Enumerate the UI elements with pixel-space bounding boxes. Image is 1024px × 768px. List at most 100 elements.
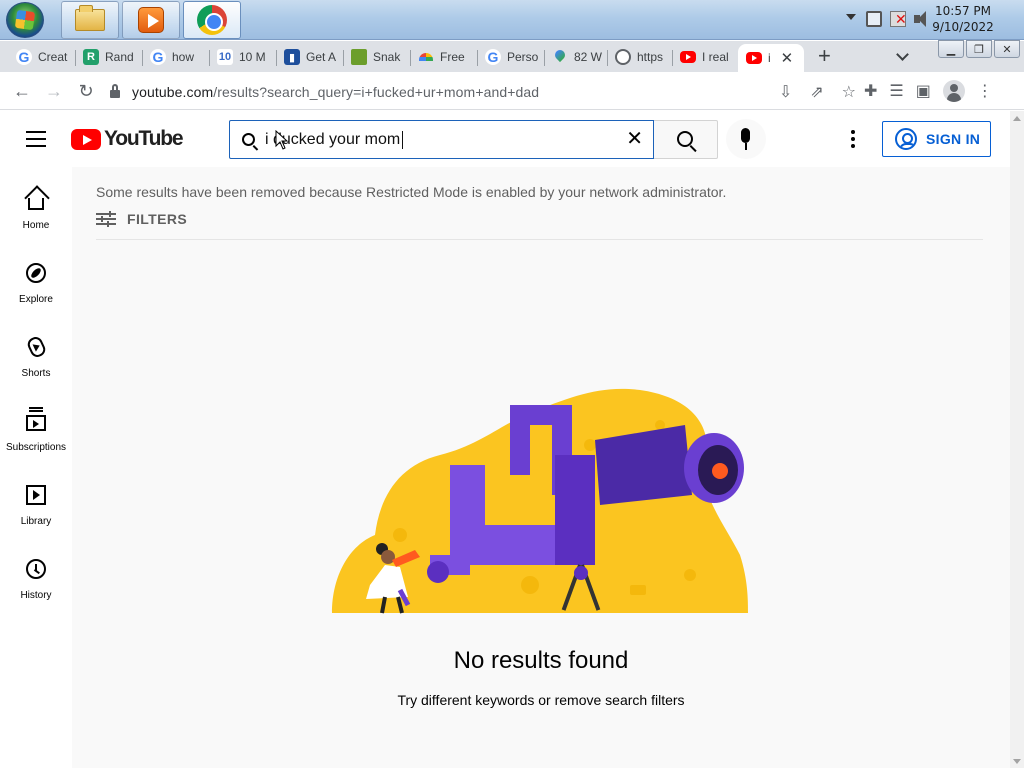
new-tab-button[interactable]: + [818, 45, 831, 67]
install-app-icon[interactable]: ⇩ [779, 82, 792, 102]
guide-item-history[interactable]: History [0, 541, 72, 615]
url-text[interactable]: youtube.com/results?search_query=i+fucke… [132, 84, 539, 100]
google-icon: G [16, 49, 32, 65]
start-button[interactable] [6, 2, 44, 38]
url-path: /results?search_query=i+fucked+ur+mom+an… [213, 84, 540, 100]
filters-label: FILTERS [127, 211, 188, 227]
page-scrollbar[interactable] [1010, 111, 1024, 768]
tab-8[interactable]: G Perso [477, 44, 543, 70]
clock-time: 10:57 PM [935, 4, 991, 18]
filter-sliders-icon [96, 211, 116, 227]
chrome-icon [197, 5, 227, 35]
guide-label: Shorts [21, 368, 51, 379]
header-divider [96, 239, 983, 240]
guide-item-subscriptions[interactable]: Subscriptions [0, 393, 72, 467]
guide-item-shorts[interactable]: Shorts [0, 319, 72, 393]
tab-label: Perso [507, 50, 539, 64]
tab-label: Creat [38, 50, 68, 64]
forward-button[interactable]: → [43, 80, 65, 102]
guide-item-home[interactable]: Home [0, 171, 72, 245]
search-icon [677, 131, 693, 147]
youtube-logo-text: YouTube [104, 127, 184, 150]
tab-2[interactable]: R Rand [75, 44, 141, 70]
youtube-icon [680, 51, 696, 63]
clear-search-icon[interactable]: ✕ [626, 129, 643, 149]
get-icon: ▮ [284, 49, 300, 65]
lock-icon[interactable] [110, 84, 120, 98]
tab-4[interactable]: 10 10 M [209, 44, 275, 70]
profile-avatar-icon[interactable] [942, 80, 965, 102]
guide-label: Library [20, 516, 52, 527]
scroll-down-arrow-icon[interactable] [1013, 759, 1021, 764]
tab-1[interactable]: G Creat [8, 44, 74, 70]
no-results-subtitle: Try different keywords or remove search … [397, 692, 685, 708]
tab-3[interactable]: Ghow [142, 44, 208, 70]
guide-label: Subscriptions [5, 442, 67, 453]
snake-icon [351, 49, 367, 65]
no-results-telescope-illustration [332, 388, 748, 614]
clock[interactable]: 10:57 PM 9/10/2022 [928, 3, 998, 35]
subscriptions-icon [26, 410, 46, 431]
tab-12-active[interactable]: i ✕ [738, 44, 804, 72]
window-controls: ▁ ❐ ✕ [938, 40, 1020, 58]
search-input[interactable]: i ducked your mom ✕ [229, 120, 654, 159]
ten-icon: 10 [217, 49, 233, 65]
settings-more-icon[interactable] [851, 130, 855, 151]
extensions-puzzle-icon[interactable]: ✚ [864, 81, 877, 101]
sign-in-button[interactable]: SIGN IN [882, 121, 991, 157]
guide-item-library[interactable]: Library [0, 467, 72, 541]
back-button[interactable]: ← [11, 80, 33, 102]
tab-label: 82 W [574, 50, 603, 64]
guide-item-explore[interactable]: Explore [0, 245, 72, 319]
tab-label: https [637, 50, 664, 64]
tab-label: how [172, 50, 195, 64]
windows-taskbar: 10:57 PM 9/10/2022 [0, 0, 1024, 40]
search-button[interactable] [654, 120, 718, 159]
action-center-flag-icon[interactable] [890, 11, 907, 28]
tab-label: Snak [373, 50, 401, 64]
mini-guide: Home Explore Shorts Subscriptions Librar… [0, 167, 72, 768]
restore-button[interactable]: ❐ [966, 40, 992, 58]
tab-7[interactable]: Free [410, 44, 476, 70]
guide-label: History [20, 590, 52, 601]
browser-tab-strip: G Creat R Rand Ghow 10 10 M ▮ Get A Snak Fre… [0, 40, 1024, 72]
taskbar-file-explorer[interactable] [61, 1, 119, 39]
taskbar-chrome[interactable] [183, 1, 241, 39]
close-window-button[interactable]: ✕ [994, 40, 1020, 58]
guide-menu-icon[interactable] [26, 131, 46, 147]
tab-label: Rand [105, 50, 134, 64]
reading-list-icon[interactable]: ☰ [889, 81, 903, 101]
reload-button[interactable]: ↻ [75, 80, 97, 102]
browser-toolbar: ← → ↻ youtube.com/results?search_query=i… [0, 72, 1024, 110]
minimize-button[interactable]: ▁ [938, 40, 964, 58]
chrome-menu-icon[interactable]: ⋮ [977, 81, 993, 101]
network-icon[interactable] [866, 11, 882, 27]
taskbar-media-player[interactable] [122, 1, 180, 39]
tab-11[interactable]: I real [672, 44, 738, 70]
scroll-up-arrow-icon[interactable] [1013, 116, 1021, 121]
bookmark-star-icon[interactable]: ☆ [842, 82, 856, 102]
youtube-masthead: YouTube i ducked your mom ✕ SIGN IN [0, 111, 1010, 167]
voice-search-mic-icon[interactable] [726, 119, 766, 159]
tab-close-icon[interactable]: ✕ [781, 49, 794, 67]
tab-9[interactable]: 82 W [544, 44, 610, 70]
tab-label: Free [440, 50, 465, 64]
search-icon [242, 133, 255, 146]
tab-10[interactable]: https [607, 44, 673, 70]
tab-search-chevron-icon[interactable] [896, 48, 909, 61]
tab-5[interactable]: ▮ Get A [276, 44, 342, 70]
tab-6[interactable]: Snak [343, 44, 409, 70]
tab-label: i [768, 51, 771, 65]
no-results-title: No results found [453, 647, 629, 674]
side-panel-icon[interactable]: ▣ [916, 81, 931, 101]
filters-button[interactable]: FILTERS [96, 211, 187, 227]
share-icon[interactable]: ⇗ [810, 82, 823, 102]
youtube-icon [746, 52, 762, 64]
youtube-logo[interactable]: YouTube [71, 127, 184, 151]
browser-tool-icons: ✚ ☰ ▣ ⋮ [864, 80, 993, 102]
address-bar[interactable]: youtube.com/results?search_query=i+fucke… [110, 78, 856, 106]
guide-label: Explore [19, 294, 53, 305]
show-hidden-icons-arrow-icon[interactable] [846, 14, 856, 20]
sign-in-label: SIGN IN [926, 131, 981, 147]
free-icon [418, 49, 434, 65]
